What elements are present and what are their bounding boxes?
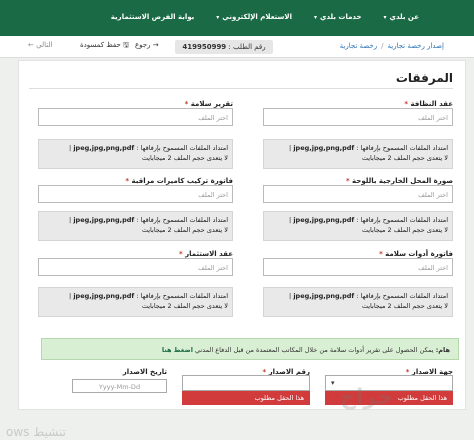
required-marker: * bbox=[125, 177, 130, 185]
hint-format-line: امتداد الملفات المسموح بإرفاقها : jpeg,j… bbox=[69, 144, 228, 152]
breadcrumb-separator: / bbox=[381, 42, 384, 50]
hint-size-line: لا يتعدى حجم الملف 2 ميجابايت bbox=[361, 154, 448, 163]
hint-size-line: لا يتعدى حجم الملف 2 ميجابايت bbox=[141, 226, 228, 235]
lease-contract-file-input[interactable]: اختر الملف bbox=[263, 108, 453, 126]
chevron-down-icon: ▾ bbox=[383, 13, 387, 21]
required-marker: * bbox=[184, 100, 189, 108]
hint-size-line: لا يتعدى حجم الملف 2 ميجابايت bbox=[141, 302, 228, 311]
hint-size-line: لا يتعدى حجم الملف 2 ميجابايت bbox=[361, 302, 448, 311]
safety-report-label: تقرير سلامة * bbox=[184, 100, 233, 108]
save-icon: 🖫 bbox=[123, 41, 129, 49]
investment-contract-label: عقد الاستثمار * bbox=[179, 250, 233, 258]
required-marker: * bbox=[179, 250, 183, 258]
hint-size-line: لا يتعدى حجم الملف 2 ميجابايت bbox=[361, 226, 448, 235]
top-navigation: عن بلدي ▾ خدمات بلدي ▾ الاستعلام الإلكترون… bbox=[0, 0, 474, 36]
request-number-value: 419950999 bbox=[182, 43, 227, 51]
exterior-photo-label: صورة المحل الخارجية باللوحة * bbox=[345, 177, 453, 185]
investment-contract-file-input[interactable]: اختر الملف bbox=[38, 258, 233, 276]
section-title: المرفقات bbox=[395, 71, 453, 85]
notice-important: هام: bbox=[435, 346, 450, 354]
activation-watermark: ows تنشيط bbox=[6, 425, 66, 439]
issue-date-input[interactable]: Yyyy-Mm-Dd bbox=[72, 379, 167, 393]
file-hint-box: امتداد الملفات المسموح بإرفاقها : jpeg,j… bbox=[263, 139, 453, 169]
lease-contract-label: عقد النظافة * bbox=[404, 100, 453, 108]
file-hint-box: امتداد الملفات المسموح بإرفاقها : jpeg,j… bbox=[263, 211, 453, 241]
save-draft-button[interactable]: 🖫 حفظ كمسودة bbox=[80, 41, 129, 52]
request-number-badge: رقم الطلب : 419950999 bbox=[175, 40, 273, 54]
issue-number-input[interactable] bbox=[182, 375, 310, 391]
camera-invoice-file-input[interactable]: اختر الملف bbox=[38, 185, 233, 203]
next-button[interactable]: التالي ← bbox=[28, 41, 52, 49]
nav-item-investment[interactable]: بوابة الفرص الاستثمارية bbox=[111, 13, 194, 21]
section-divider bbox=[29, 88, 453, 89]
nav-item-inquiry[interactable]: الاستعلام الإلكتروني ▾ bbox=[216, 13, 292, 21]
issue-number-error: هذا الحقل مطلوب bbox=[182, 391, 310, 405]
file-hint-box: امتداد الملفات المسموح بإرفاقها : jpeg,j… bbox=[263, 287, 453, 317]
required-marker: * bbox=[345, 177, 350, 185]
chevron-down-icon: ▾ bbox=[216, 13, 220, 21]
camera-invoice-label: فاتورة تركيب كاميرات مراقبة * bbox=[125, 177, 233, 185]
arrow-left-icon: ← bbox=[28, 41, 34, 49]
required-marker: * bbox=[404, 100, 409, 108]
site-watermark-logo: حراج bbox=[340, 385, 393, 410]
hint-format-line: امتداد الملفات المسموح بإرفاقها : jpeg,j… bbox=[69, 216, 228, 224]
chevron-down-icon: ▾ bbox=[314, 13, 318, 21]
file-hint-box: امتداد الملفات المسموح بإرفاقها : jpeg,j… bbox=[38, 139, 233, 169]
hint-format-line: امتداد الملفات المسموح بإرفاقها : jpeg,j… bbox=[69, 292, 228, 300]
file-hint-box: امتداد الملفات المسموح بإرفاقها : jpeg,j… bbox=[38, 287, 233, 317]
issue-date-label: تاريخ الاصدار bbox=[122, 368, 167, 376]
nav-item-services[interactable]: خدمات بلدي ▾ bbox=[314, 13, 361, 21]
attachments-card: المرفقات عقد النظافة * اختر الملف تقرير … bbox=[18, 60, 466, 410]
exterior-photo-file-input[interactable]: اختر الملف bbox=[263, 185, 453, 203]
breadcrumb-root[interactable]: إصدار رخصة تجارية bbox=[387, 42, 444, 50]
notice-link[interactable]: اضغط هنا bbox=[162, 346, 193, 354]
back-button[interactable]: → رجوع bbox=[135, 41, 159, 49]
safety-report-file-input[interactable]: اختر الملف bbox=[38, 108, 233, 126]
nav-item-about[interactable]: عن بلدي ▾ bbox=[384, 13, 419, 21]
hint-size-line: لا يتعدى حجم الملف 2 ميجابايت bbox=[141, 154, 228, 163]
breadcrumb-current[interactable]: رخصة تجارية bbox=[340, 42, 377, 50]
hint-format-line: امتداد الملفات المسموح بإرفاقها : jpeg,j… bbox=[289, 144, 448, 152]
file-hint-box: امتداد الملفات المسموح بإرفاقها : jpeg,j… bbox=[38, 211, 233, 241]
required-marker: * bbox=[379, 250, 383, 258]
arrow-right-icon: → bbox=[152, 41, 159, 49]
hint-format-line: امتداد الملفات المسموح بإرفاقها : jpeg,j… bbox=[289, 216, 448, 224]
safety-tools-invoice-file-input[interactable]: اختر الملف bbox=[263, 258, 453, 276]
hint-format-line: امتداد الملفات المسموح بإرفاقها : jpeg,j… bbox=[289, 292, 448, 300]
request-toolbar: إصدار رخصة تجارية / رخصة تجارية رقم الطل… bbox=[0, 36, 474, 58]
request-number-label: رقم الطلب : bbox=[228, 43, 266, 51]
safety-tools-invoice-label: فاتورة أدوات سلامة * bbox=[379, 250, 453, 258]
civil-defense-notice: هام: يمكن الحصول على تقرير أدوات سلامة م… bbox=[41, 338, 459, 360]
notice-text: يمكن الحصول على تقرير أدوات سلامة من خلا… bbox=[195, 346, 434, 354]
nav-links: عن بلدي ▾ خدمات بلدي ▾ الاستعلام الإلكترون… bbox=[111, 13, 419, 21]
breadcrumb: إصدار رخصة تجارية / رخصة تجارية bbox=[340, 42, 444, 50]
chevron-down-icon: ▾ bbox=[331, 379, 335, 387]
